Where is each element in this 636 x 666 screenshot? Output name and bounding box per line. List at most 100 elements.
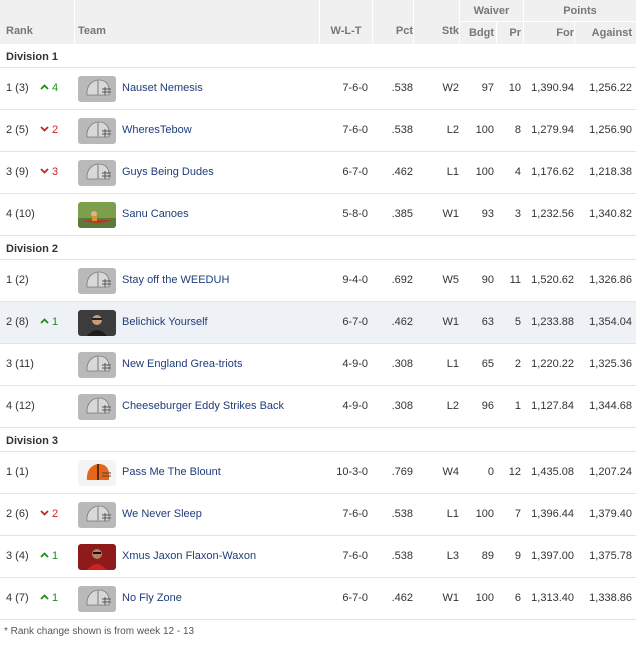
rank-change-cell: 1 xyxy=(40,536,72,577)
record: 5-8-0 xyxy=(342,208,368,220)
team-logo-person-photo-icon[interactable] xyxy=(78,544,116,570)
team-name-link[interactable]: Nauset Nemesis xyxy=(122,68,203,109)
streak: L2 xyxy=(446,124,459,136)
points-for: 1,279.94 xyxy=(531,124,574,136)
team-name-link[interactable]: No Fly Zone xyxy=(122,578,182,619)
header-team[interactable]: Team xyxy=(75,0,319,44)
table-row: 3 (9) 3 Guys Being Dudes 6-7-0 .462 L1 1… xyxy=(0,152,636,194)
points-for: 1,176.62 xyxy=(531,166,574,178)
rank: 4 (10) xyxy=(6,208,35,220)
team-name-link[interactable]: Pass Me The Blount xyxy=(122,452,221,493)
table-row: 4 (10) Sanu Canoes 5-8-0 .385 W1 93 3 1,… xyxy=(0,194,636,236)
rank-change-cell: 4 xyxy=(40,68,72,109)
waiver-priority: 5 xyxy=(514,316,521,328)
rank-down-icon xyxy=(40,166,52,178)
streak: L1 xyxy=(446,358,459,370)
team-name-link[interactable]: Cheeseburger Eddy Strikes Back xyxy=(122,386,284,427)
points-against: 1,344.68 xyxy=(589,400,632,412)
rank: 3 (9) xyxy=(6,166,29,178)
win-pct: .308 xyxy=(391,400,413,412)
header-streak[interactable]: Stk xyxy=(414,0,459,44)
waiver-budget: 65 xyxy=(481,358,494,370)
rank-up-icon xyxy=(40,592,52,604)
division-title: Division 3 xyxy=(0,428,636,452)
record: 7-6-0 xyxy=(342,124,368,136)
header-rank[interactable]: Rank xyxy=(0,0,74,44)
team-logo-helmet-icon[interactable] xyxy=(78,352,116,378)
rank-change: 1 xyxy=(52,592,59,604)
rank-change-cell: 3 xyxy=(40,152,72,193)
team-logo-helmet-icon[interactable] xyxy=(78,586,116,612)
waiver-budget: 89 xyxy=(481,550,494,562)
table-row: 1 (2) Stay off the WEEDUH 9-4-0 .692 W5 … xyxy=(0,260,636,302)
rank: 2 (8) xyxy=(6,316,29,328)
waiver-priority: 11 xyxy=(509,274,521,286)
waiver-budget: 100 xyxy=(475,124,494,136)
standings-table: Rank Team W-L-T Pct Stk Waiver Bdgt Pr P… xyxy=(0,0,636,637)
header-points-for[interactable]: For xyxy=(524,22,574,44)
points-for: 1,396.44 xyxy=(531,508,574,520)
rank: 1 (3) xyxy=(6,82,29,94)
rank-change-cell: 2 xyxy=(40,494,72,535)
team-logo-helmet-icon[interactable] xyxy=(78,76,116,102)
team-name-link[interactable]: WheresTebow xyxy=(122,110,192,151)
win-pct: .462 xyxy=(391,316,413,328)
team-name-link[interactable]: Guys Being Dudes xyxy=(122,152,214,193)
waiver-priority: 10 xyxy=(508,82,521,94)
table-row: 1 (3) 4 Nauset Nemesis 7-6-0 .538 W2 97 … xyxy=(0,68,636,110)
table-row: 2 (5) 2 WheresTebow 7-6-0 .538 L2 100 8 … xyxy=(0,110,636,152)
header-budget[interactable]: Bdgt xyxy=(460,22,496,44)
waiver-priority: 7 xyxy=(514,508,521,520)
rank-change: 3 xyxy=(52,166,59,178)
win-pct: .692 xyxy=(391,274,413,286)
points-against: 1,326.86 xyxy=(589,274,632,286)
team-name-link[interactable]: New England Grea-triots xyxy=(122,344,242,385)
waiver-budget: 93 xyxy=(481,208,494,220)
team-logo-helmet-icon[interactable] xyxy=(78,118,116,144)
table-row: 4 (7) 1 No Fly Zone 6-7-0 .462 W1 100 6 … xyxy=(0,578,636,620)
team-logo-helmet-icon[interactable] xyxy=(78,268,116,294)
header-priority[interactable]: Pr xyxy=(497,22,523,44)
rank-change-cell xyxy=(40,260,72,301)
record: 10-3-0 xyxy=(336,466,368,478)
points-for: 1,397.00 xyxy=(531,550,574,562)
header-waiver-group: Waiver xyxy=(460,0,523,21)
record: 7-6-0 xyxy=(342,550,368,562)
points-for: 1,520.62 xyxy=(531,274,574,286)
team-logo-orange-helmet-icon[interactable] xyxy=(78,460,116,486)
header-points-against[interactable]: Against xyxy=(575,22,636,44)
streak: W2 xyxy=(442,82,460,94)
rank-change-cell: 1 xyxy=(40,578,72,619)
team-name-link[interactable]: We Never Sleep xyxy=(122,494,202,535)
rank: 3 (11) xyxy=(6,358,34,370)
waiver-priority: 1 xyxy=(514,400,521,412)
rank-change: 1 xyxy=(52,316,59,328)
rank-change: 2 xyxy=(52,124,59,136)
team-name-link[interactable]: Stay off the WEEDUH xyxy=(122,260,229,301)
points-against: 1,256.90 xyxy=(589,124,632,136)
win-pct: .385 xyxy=(391,208,413,220)
header-pct[interactable]: Pct xyxy=(373,0,413,44)
rank-change-cell xyxy=(40,452,72,493)
team-name-link[interactable]: Belichick Yourself xyxy=(122,302,208,343)
points-for: 1,313.40 xyxy=(531,592,574,604)
rank-change-cell: 2 xyxy=(40,110,72,151)
rank-change: 2 xyxy=(52,508,59,520)
team-name-link[interactable]: Sanu Canoes xyxy=(122,194,189,235)
rank-change-cell xyxy=(40,344,72,385)
team-logo-canoe-photo-icon[interactable] xyxy=(78,202,116,228)
team-name-link[interactable]: Xmus Jaxon Flaxon-Waxon xyxy=(122,536,256,577)
waiver-budget: 97 xyxy=(481,82,494,94)
record: 9-4-0 xyxy=(342,274,368,286)
team-logo-person-photo-icon[interactable] xyxy=(78,310,116,336)
header-wlt[interactable]: W-L-T xyxy=(320,0,372,44)
team-logo-helmet-icon[interactable] xyxy=(78,502,116,528)
streak: L1 xyxy=(446,508,459,520)
team-logo-helmet-icon[interactable] xyxy=(78,394,116,420)
team-logo-helmet-icon[interactable] xyxy=(78,160,116,186)
points-for: 1,435.08 xyxy=(531,466,574,478)
rank-down-icon xyxy=(40,508,52,520)
rank: 2 (6) xyxy=(6,508,29,520)
streak: W4 xyxy=(442,466,460,478)
waiver-priority: 8 xyxy=(514,124,521,136)
